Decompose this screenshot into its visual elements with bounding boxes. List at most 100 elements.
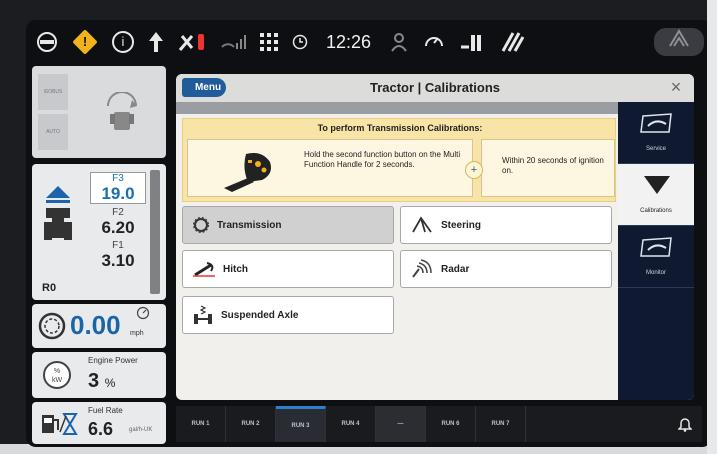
speed-card: 0.00 mph bbox=[32, 304, 166, 348]
nav-item-calibrations[interactable]: Calibrations bbox=[618, 164, 694, 226]
info-icon[interactable]: i bbox=[112, 20, 134, 64]
gear-value: 3.10 bbox=[101, 251, 135, 270]
gear-card[interactable]: F3 19.0 F2 6.20 F1 3.10 R0 bbox=[32, 164, 166, 300]
calibrations-dialog: Tractor | Calibrations Menu × To perform… bbox=[176, 74, 694, 400]
tractor-rotate-icon bbox=[107, 92, 137, 130]
bell-icon[interactable] bbox=[677, 416, 693, 435]
implement-icon[interactable] bbox=[459, 20, 485, 64]
tools-icon[interactable] bbox=[178, 20, 206, 64]
run-tab-5[interactable]: — bbox=[376, 406, 426, 442]
fuel-rate-card[interactable]: Fuel Rate 6.6 gal/h-UK bbox=[32, 402, 166, 444]
hitch-button[interactable]: Hitch bbox=[182, 250, 394, 288]
engine-power-card[interactable]: % kW Engine Power 3 % bbox=[32, 352, 166, 398]
left-status-panel: iSOBUS AUTO F3 19.0 F2 6.20 F1 3.10 R0 0… bbox=[32, 66, 166, 444]
transmission-gear-icon bbox=[193, 217, 209, 233]
steering-button[interactable]: Steering bbox=[400, 206, 612, 244]
speed-unit: mph bbox=[130, 330, 144, 337]
right-navigation: Service Calibrations Monitor bbox=[618, 102, 694, 400]
radar-button-label: Radar bbox=[441, 263, 470, 275]
instruction-step-1: Hold the second function button on the M… bbox=[187, 139, 473, 197]
transmission-button-label: Transmission bbox=[217, 219, 282, 231]
run-bar: RUN 1 RUN 2 RUN 3 RUN 4 — RUN 6 RUN 7 bbox=[176, 406, 702, 442]
radar-button[interactable]: Radar bbox=[400, 250, 612, 288]
ground-speed-value: 0.00 bbox=[70, 310, 121, 340]
tractor-display-screen: ! i 12:26 iSOBUS AUTO F3 19.0 F2 6.20 F1… bbox=[26, 20, 712, 447]
grid-icon[interactable] bbox=[260, 20, 278, 64]
engine-power-value: 3 % bbox=[88, 370, 115, 393]
gear-value: 6.20 bbox=[101, 218, 135, 237]
instruction-step-2: Within 20 seconds of ignition on. bbox=[481, 139, 615, 197]
speedometer-icon bbox=[38, 312, 66, 340]
instructions-title: To perform Transmission Calibrations: bbox=[317, 123, 483, 133]
steering-button-label: Steering bbox=[441, 219, 482, 231]
engine-power-icon: % kW bbox=[43, 361, 71, 389]
engine-power-number: 3 bbox=[88, 370, 100, 392]
svg-text:kW: kW bbox=[52, 377, 63, 384]
service-icon bbox=[640, 113, 672, 133]
monitor-icon bbox=[640, 237, 672, 257]
nav-item-label: Monitor bbox=[645, 270, 666, 276]
svg-text:%: % bbox=[54, 368, 60, 375]
gear-scrollbar[interactable] bbox=[150, 170, 160, 294]
down-triangle-icon bbox=[644, 176, 670, 194]
home-icon[interactable] bbox=[654, 28, 704, 56]
menu-button[interactable]: Menu bbox=[182, 78, 226, 97]
run-tab-4[interactable]: RUN 4 bbox=[326, 406, 376, 442]
plus-icon: + bbox=[465, 161, 483, 179]
engine-power-label: Engine Power bbox=[88, 356, 138, 365]
clock-readout: 12:26 bbox=[326, 31, 372, 52]
suspended-axle-button-label: Suspended Axle bbox=[221, 309, 299, 321]
run-tab-2[interactable]: RUN 2 bbox=[226, 406, 276, 442]
hitch-icon bbox=[193, 262, 215, 277]
nav-item-label: Service bbox=[645, 146, 666, 152]
multi-function-handle-icon bbox=[224, 153, 271, 192]
field-icon[interactable] bbox=[499, 20, 525, 64]
gear-label: F3 bbox=[90, 172, 146, 184]
implement-card[interactable]: iSOBUS AUTO bbox=[32, 66, 166, 158]
clock-icon bbox=[292, 20, 308, 64]
run-tab-1[interactable]: RUN 1 bbox=[176, 406, 226, 442]
tractor-forward-icon bbox=[44, 186, 72, 240]
instruction-step-2-text: Within 20 seconds of ignition on. bbox=[502, 156, 604, 175]
gear-value-selected: 19.0 bbox=[90, 184, 146, 204]
close-icon[interactable]: × bbox=[666, 76, 686, 98]
gear-label: F1 bbox=[112, 240, 124, 251]
suspended-axle-button[interactable]: Suspended Axle bbox=[182, 296, 394, 334]
person-icon[interactable] bbox=[389, 20, 409, 64]
dialog-title: Tractor | Calibrations bbox=[369, 80, 501, 95]
nav-item-monitor[interactable]: Monitor bbox=[618, 226, 694, 288]
info-glyph: i bbox=[112, 31, 134, 53]
gauge-icon[interactable] bbox=[423, 20, 445, 64]
nav-item-service[interactable]: Service bbox=[618, 102, 694, 164]
calibration-instructions: To perform Transmission Calibrations: Ho… bbox=[182, 118, 616, 202]
run-tab-6[interactable]: RUN 6 bbox=[426, 406, 476, 442]
display-bezel: ! i 12:26 iSOBUS AUTO F3 19.0 F2 6.20 F1… bbox=[0, 0, 717, 454]
warning-glyph: ! bbox=[82, 34, 88, 49]
suspended-axle-icon bbox=[194, 305, 212, 324]
fuel-pump-hourglass-icon bbox=[42, 413, 78, 435]
run-tab-7[interactable]: RUN 7 bbox=[476, 406, 526, 442]
fuel-rate-label: Fuel Rate bbox=[88, 406, 123, 415]
steering-icon bbox=[412, 216, 432, 233]
signal-icon bbox=[220, 20, 246, 64]
up-arrow-icon[interactable] bbox=[148, 20, 164, 64]
reverse-gear-label: R0 bbox=[42, 282, 57, 294]
instruction-step-1-text: Hold the second function button on the M… bbox=[304, 150, 461, 169]
status-bar: ! i 12:26 bbox=[26, 20, 712, 64]
gear-list: F3 19.0 F2 6.20 F1 3.10 bbox=[90, 172, 146, 270]
fuel-rate-unit: gal/h-UK bbox=[129, 427, 153, 433]
auto-tab[interactable]: AUTO bbox=[38, 114, 68, 150]
dialog-divider bbox=[176, 102, 618, 114]
engine-power-unit: % bbox=[104, 376, 116, 390]
gear-label: F2 bbox=[112, 207, 124, 218]
speed-gauge-icon bbox=[136, 306, 150, 320]
fuel-rate-value: 6.6 bbox=[88, 419, 114, 439]
isobus-tab[interactable]: iSOBUS bbox=[38, 74, 68, 110]
hitch-button-label: Hitch bbox=[223, 263, 248, 275]
nav-item-label: Calibrations bbox=[640, 208, 672, 214]
radar-icon bbox=[412, 259, 432, 278]
warning-icon[interactable]: ! bbox=[72, 20, 98, 64]
transmission-button[interactable]: Transmission bbox=[182, 206, 394, 244]
gps-antenna-icon[interactable] bbox=[36, 20, 58, 64]
run-tab-3[interactable]: RUN 3 bbox=[276, 406, 326, 442]
